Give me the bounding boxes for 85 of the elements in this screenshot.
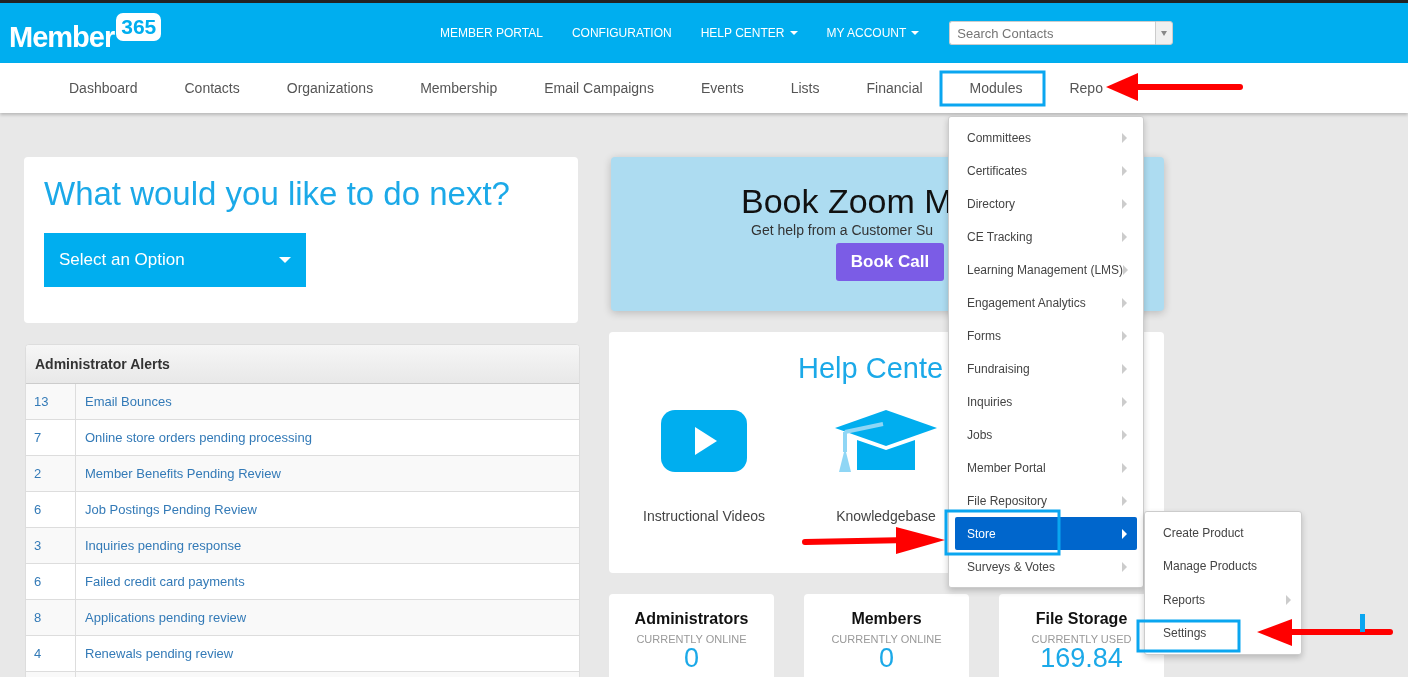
menu-item[interactable]: Engagement Analytics: [955, 286, 1137, 319]
alert-count: 6: [26, 492, 76, 527]
chevron-icon: [1122, 330, 1127, 341]
alert-count: 2: [26, 456, 76, 491]
card-title: Help Cente: [798, 351, 944, 386]
banner-subtitle: Get help from a Customer Su: [750, 222, 934, 238]
chevron-icon: [1122, 198, 1127, 209]
stat-title: File Storage: [1035, 610, 1128, 628]
menu-item[interactable]: CE Tracking: [955, 220, 1137, 253]
search-field[interactable]: Search Contacts: [949, 21, 1156, 45]
alert-link[interactable]: Email Bounces: [76, 384, 172, 419]
chevron-icon: [1123, 264, 1129, 275]
card-title: What would you like to do next?: [44, 175, 511, 213]
menu-item[interactable]: Manage Products: [1145, 549, 1301, 583]
chevron-icon: [1122, 495, 1127, 506]
book-call-button[interactable]: Book Call: [836, 243, 944, 281]
alert-link[interactable]: Online store orders pending processing: [76, 420, 312, 455]
menu-item[interactable]: Directory: [955, 187, 1137, 220]
alert-link[interactable]: Inquiries pending response: [76, 528, 242, 563]
stat-caption: CURRENTLY USED: [1031, 633, 1132, 645]
help-link[interactable]: Knowledgebase: [836, 508, 936, 524]
nav-item[interactable]: Membership: [420, 80, 498, 96]
chevron-icon: [1122, 429, 1127, 440]
alert-count: 8: [26, 600, 76, 635]
menu-item[interactable]: Reports: [1145, 583, 1301, 617]
stat-caption: CURRENTLY ONLINE: [831, 633, 942, 645]
menu-item[interactable]: Fundraising: [955, 352, 1137, 385]
nav-item[interactable]: Events: [700, 80, 744, 96]
alert-link[interactable]: Renewals pending review: [76, 636, 234, 671]
menu-item[interactable]: Learning Management (LMS): [955, 253, 1137, 286]
nav-item[interactable]: Dashboard: [69, 80, 138, 96]
menu-item[interactable]: Surveys & Votes: [955, 550, 1137, 583]
alert-link[interactable]: Failed credit card payments: [76, 564, 245, 599]
menu-item[interactable]: Jobs: [955, 418, 1137, 451]
menu-item[interactable]: Member Portal: [955, 451, 1137, 484]
chevron-icon: [1286, 594, 1291, 605]
alert-count: 7: [26, 420, 76, 455]
menu-item[interactable]: File Repository: [955, 484, 1137, 517]
chevron-icon: [1122, 231, 1127, 242]
nav-item[interactable]: Organizations: [286, 80, 374, 96]
alert-count: 13: [26, 384, 76, 419]
panel-title: Administrator Alerts: [26, 345, 579, 384]
logo-text: Member: [9, 20, 115, 54]
caret-icon: [279, 257, 291, 263]
alert-count: 6: [26, 564, 76, 599]
chevron-icon: [1122, 165, 1127, 176]
nav-item[interactable]: Lists: [790, 80, 820, 96]
help-link[interactable]: Instructional Videos: [643, 508, 765, 524]
chevron-icon: [1122, 132, 1127, 143]
menu-item[interactable]: Store: [955, 517, 1137, 550]
alert-link[interactable]: Applications pending review: [76, 600, 247, 635]
stat-caption: CURRENTLY ONLINE: [636, 633, 747, 645]
stat-value: 0: [879, 645, 894, 672]
nav-item[interactable]: Contacts: [184, 80, 240, 96]
caret-icon: [911, 31, 920, 35]
chevron-icon: [1122, 396, 1127, 407]
play-video-icon: [661, 410, 747, 472]
alert-count: 4: [26, 636, 76, 671]
chevron-icon: [1122, 363, 1127, 374]
menu-item[interactable]: Certificates: [955, 154, 1137, 187]
chevron-icon: [1122, 297, 1127, 308]
alert-link[interactable]: Member Benefits Pending Review: [76, 456, 281, 491]
logo-badge: 365: [116, 12, 162, 41]
menu-item[interactable]: Forms: [955, 319, 1137, 352]
nav-item[interactable]: Modules: [969, 80, 1023, 96]
chevron-icon: [1122, 462, 1127, 473]
alert-count: 3: [26, 528, 76, 563]
menu-item[interactable]: Committees: [955, 121, 1137, 154]
dropdown-button[interactable]: [1155, 21, 1174, 45]
alert-link[interactable]: Job Postings Pending Review: [76, 492, 257, 527]
menu-item[interactable]: Create Product: [1145, 516, 1301, 550]
menu-item[interactable]: Inquiries: [955, 385, 1137, 418]
stat-value: 0: [684, 645, 699, 672]
nav-item[interactable]: Repo: [1069, 80, 1103, 96]
nav-item[interactable]: Financial: [866, 80, 923, 96]
stat-value: 169.84: [1040, 645, 1123, 672]
stat-title: Members: [851, 610, 922, 628]
menu-item[interactable]: Settings: [1145, 616, 1301, 650]
caret-icon: [789, 31, 798, 35]
chevron-icon: [1122, 561, 1127, 572]
cursor-mark: [1360, 614, 1365, 632]
stat-title: Administrators: [634, 610, 749, 628]
graduation-cap-icon: [835, 410, 937, 472]
nav-item[interactable]: Email Campaigns: [544, 80, 654, 96]
chevron-icon: [1122, 528, 1127, 539]
